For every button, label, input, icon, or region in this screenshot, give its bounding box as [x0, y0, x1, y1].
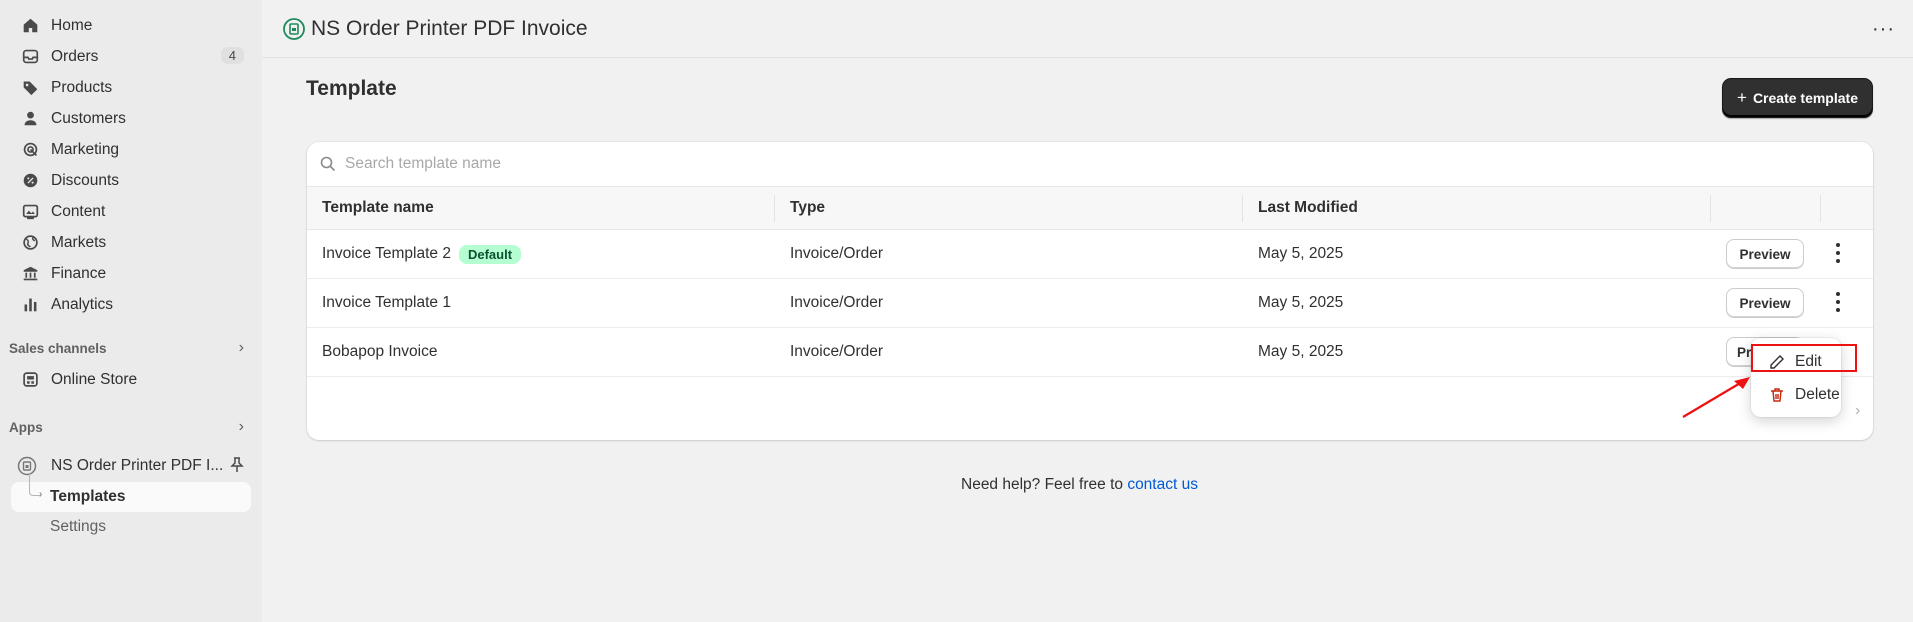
- contact-us-link[interactable]: contact us: [1127, 476, 1198, 493]
- app-logo-icon: [17, 456, 37, 476]
- column-divider: [1820, 195, 1821, 222]
- sidebar-item-marketing[interactable]: Marketing: [0, 134, 262, 165]
- sidebar-item-label: Home: [51, 16, 93, 34]
- templates-card: Template name Type Last Modified Invoice…: [307, 142, 1873, 440]
- template-name: Bobapop Invoice: [322, 343, 438, 360]
- column-header-template-name[interactable]: Template name: [322, 187, 434, 229]
- sidebar-item-label: Customers: [51, 109, 126, 127]
- sidebar-item-label: Marketing: [51, 140, 120, 158]
- tag-icon: [21, 79, 39, 97]
- sidebar-item-label: Products: [51, 78, 113, 96]
- sidebar-item-online-store[interactable]: Online Store: [0, 364, 262, 395]
- next-page-icon[interactable]: ›: [1855, 402, 1860, 420]
- help-text: Need help? Feel free to: [961, 476, 1123, 493]
- globe-icon: [21, 234, 39, 252]
- default-badge: Default: [458, 244, 522, 264]
- sidebar-item-content[interactable]: Content: [0, 196, 262, 227]
- sidebar-item-analytics[interactable]: Analytics: [0, 289, 262, 320]
- sidebar-item-home[interactable]: Home: [0, 10, 262, 41]
- apps-section[interactable]: Apps ›: [0, 411, 262, 443]
- sidebar-item-templates[interactable]: › Templates: [11, 474, 251, 512]
- sidebar-item-label: Content: [51, 202, 106, 220]
- bank-icon: [21, 265, 39, 283]
- more-actions-icon[interactable]: ···: [1872, 18, 1895, 41]
- chevron-right-icon: ›: [238, 418, 244, 435]
- search-row: [307, 142, 1873, 187]
- template-last-modified: May 5, 2025: [1258, 294, 1344, 311]
- column-header-last-modified[interactable]: Last Modified: [1258, 187, 1358, 229]
- template-type: Invoice/Order: [790, 245, 884, 262]
- person-icon: [21, 110, 39, 128]
- table-row[interactable]: Invoice Template 1 Invoice/Order May 5, …: [307, 279, 1873, 328]
- app-logo-icon: [283, 17, 305, 40]
- row-actions-icon[interactable]: [1833, 287, 1843, 317]
- sidebar-item-products[interactable]: Products: [0, 72, 262, 103]
- target-icon: [21, 141, 39, 159]
- sidebar-item-markets[interactable]: Markets: [0, 227, 262, 258]
- app-title: NS Order Printer PDF Invoice: [311, 16, 588, 40]
- trash-icon: [1771, 388, 1783, 402]
- sidebar-item-label: Online Store: [51, 370, 138, 388]
- template-type: Invoice/Order: [790, 294, 884, 311]
- table-header: Template name Type Last Modified: [307, 187, 1873, 230]
- column-divider: [1710, 195, 1711, 222]
- template-name: Invoice Template 2: [322, 245, 451, 262]
- template-last-modified: May 5, 2025: [1258, 245, 1344, 262]
- table-row[interactable]: Invoice Template 2 Default Invoice/Order…: [307, 230, 1873, 279]
- template-name: Invoice Template 1: [322, 294, 451, 311]
- sidebar-item-customers[interactable]: Customers: [0, 103, 262, 134]
- app-topbar: NS Order Printer PDF Invoice ···: [262, 0, 1913, 58]
- sidebar-item-label: Analytics: [51, 295, 114, 313]
- sidebar-item-discounts[interactable]: Discounts: [0, 165, 262, 196]
- preview-button[interactable]: Preview: [1726, 239, 1804, 269]
- sidebar-item-label: Orders: [51, 47, 99, 65]
- search-icon: [320, 156, 336, 172]
- create-template-button[interactable]: + Create template: [1722, 78, 1873, 118]
- chevron-right-icon: ›: [238, 339, 244, 356]
- page-title: Template: [306, 77, 397, 100]
- preview-button[interactable]: Preview: [1726, 288, 1804, 318]
- table-row[interactable]: Bobapop Invoice Invoice/Order May 5, 202…: [307, 328, 1873, 377]
- bar-chart-icon: [21, 296, 39, 314]
- row-actions-icon[interactable]: [1833, 238, 1843, 268]
- sidebar: Home Orders 4 Products Customers Marketi…: [0, 0, 262, 622]
- sidebar-item-label: Finance: [51, 264, 107, 282]
- app-name: NS Order Printer PDF I...: [51, 456, 224, 474]
- plus-icon: +: [1737, 88, 1747, 107]
- sidebar-item-finance[interactable]: Finance: [0, 258, 262, 289]
- tree-arrow-icon: ›: [39, 489, 43, 500]
- sidebar-item-settings[interactable]: Settings: [0, 512, 262, 542]
- sales-channels-section[interactable]: Sales channels ›: [0, 332, 262, 364]
- column-header-type[interactable]: Type: [790, 187, 825, 229]
- help-footer: Need help? Feel free to contact us: [961, 476, 1198, 494]
- column-divider: [774, 195, 775, 222]
- search-input[interactable]: [345, 155, 945, 173]
- home-icon: [21, 17, 39, 35]
- template-type: Invoice/Order: [790, 343, 884, 360]
- image-icon: [21, 203, 39, 221]
- sidebar-item-label: Markets: [51, 233, 107, 251]
- store-icon: [21, 371, 39, 389]
- delete-menu-item[interactable]: Delete: [1751, 381, 1841, 409]
- sidebar-item-orders[interactable]: Orders 4: [0, 41, 262, 72]
- column-divider: [1242, 195, 1243, 222]
- inbox-icon: [21, 48, 39, 66]
- sidebar-item-label: Discounts: [51, 171, 120, 189]
- discount-icon: [21, 172, 39, 190]
- template-last-modified: May 5, 2025: [1258, 343, 1344, 360]
- annotation-arrow-icon: [1682, 377, 1750, 418]
- orders-count-badge: 4: [220, 47, 244, 64]
- pin-icon[interactable]: [230, 457, 244, 478]
- edit-highlight-box: [1751, 344, 1857, 372]
